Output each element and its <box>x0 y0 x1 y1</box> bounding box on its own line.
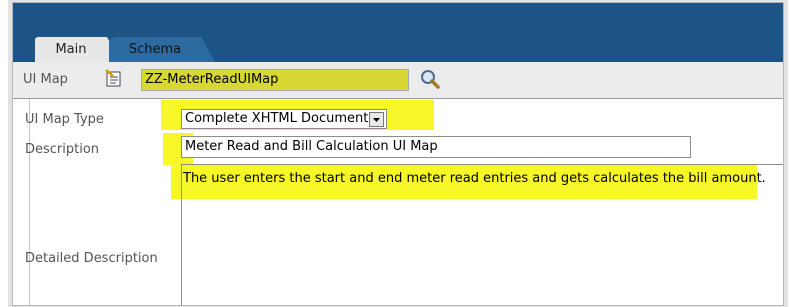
ui-map-window: Main Schema UI Map ZZ-MeterReadUIMap UI … <box>12 2 784 306</box>
description-field[interactable]: Meter Read and Bill Calculation UI Map <box>181 136 691 158</box>
dropdown-arrow-icon[interactable] <box>369 112 384 127</box>
ui-map-type-select[interactable]: Complete XHTML Document <box>181 109 387 129</box>
tab-schema[interactable]: Schema <box>109 37 201 62</box>
tab-main[interactable]: Main <box>35 37 107 62</box>
ui-map-type-label: UI Map Type <box>25 112 104 127</box>
description-label: Description <box>25 142 100 157</box>
left-divider <box>29 99 30 305</box>
ui-map-field[interactable]: ZZ-MeterReadUIMap <box>141 69 409 91</box>
detailed-description-text: The user enters the start and end meter … <box>183 171 766 186</box>
detailed-description-label: Detailed Description <box>25 251 158 266</box>
search-icon[interactable] <box>419 68 441 90</box>
ui-map-label: UI Map <box>23 72 68 87</box>
document-edit-icon[interactable] <box>105 69 123 87</box>
tab-schema-edge <box>201 37 215 62</box>
